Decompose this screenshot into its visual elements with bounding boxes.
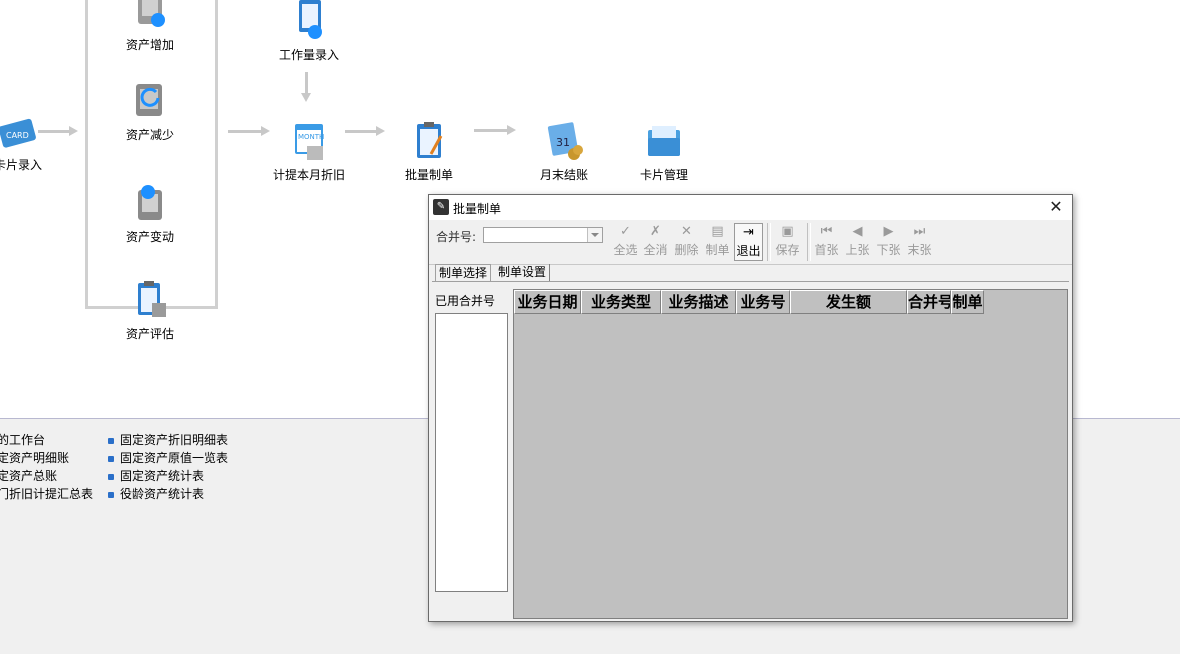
- arrow-right: [474, 125, 516, 135]
- dialog-title: 批量制单: [453, 202, 502, 216]
- clipboard-workload-icon: [287, 0, 331, 44]
- cabinet-reduce-icon: [128, 80, 172, 124]
- floppy-disk-icon: ▣: [781, 224, 794, 239]
- first-button[interactable]: ⏮ 首张: [812, 223, 841, 261]
- node-month-end[interactable]: 31 月末结账: [514, 120, 614, 183]
- app-icon: ✎: [433, 199, 449, 215]
- last-button[interactable]: ⏭ 末张: [905, 223, 934, 261]
- cabinet-change-icon: [128, 182, 172, 226]
- save-button[interactable]: ▣ 保存: [773, 223, 802, 261]
- deselect-all-button[interactable]: ✗ 全消: [641, 223, 670, 261]
- arrow-right: [345, 126, 385, 136]
- folder-cards-icon: [642, 120, 686, 164]
- make-voucher-button[interactable]: ▤ 制单: [703, 223, 732, 261]
- exit-button[interactable]: ⇥ 退出: [734, 223, 763, 261]
- calendar-31-icon: 31: [542, 120, 586, 164]
- delete-x-icon: ✕: [681, 224, 692, 239]
- tab-voucher-settings[interactable]: 制单设置: [495, 264, 551, 281]
- report-link[interactable]: 定资产总账: [0, 467, 93, 485]
- chevron-down-icon[interactable]: [587, 228, 602, 242]
- prev-button[interactable]: ◀ 上张: [843, 223, 872, 261]
- report-link[interactable]: 役龄资产统计表: [108, 485, 228, 503]
- report-link[interactable]: 固定资产统计表: [108, 467, 228, 485]
- bullet-icon: [108, 473, 114, 480]
- clipboard-pen-icon: [407, 120, 451, 164]
- delete-button[interactable]: ✕ 删除: [672, 223, 701, 261]
- tab-voucher-select[interactable]: 制单选择: [435, 264, 492, 282]
- column-header[interactable]: 业务日期: [514, 290, 581, 314]
- node-asset-evaluate[interactable]: 资产评估: [100, 279, 200, 342]
- merge-number-select[interactable]: [483, 227, 603, 243]
- voucher-icon: ▤: [711, 224, 724, 239]
- check-all-icon: ✓: [620, 224, 631, 239]
- node-depreciation[interactable]: MONTH 计提本月折旧: [259, 120, 359, 183]
- report-link[interactable]: 门折旧计提汇总表: [0, 485, 93, 503]
- node-batch-voucher[interactable]: 批量制单: [379, 120, 479, 183]
- column-header[interactable]: 制单: [951, 290, 984, 314]
- report-link[interactable]: 定资产明细账: [0, 449, 93, 467]
- arrow-down: [301, 72, 311, 102]
- merge-number-label: 合并号:: [436, 230, 477, 244]
- report-link[interactable]: 固定资产原值一览表: [108, 449, 228, 467]
- batch-voucher-dialog: ✎ 批量制单 ✕ 合并号: ✓ 全选 ✗ 全消 ✕ 删除 ▤ 制单 ⇥ 退出 ▣ 保存 ⏮ 首…: [428, 194, 1073, 622]
- node-card-manage[interactable]: 卡片管理: [614, 120, 714, 183]
- bullet-icon: [108, 455, 114, 462]
- column-header[interactable]: 业务描述: [661, 290, 736, 314]
- cabinet-add-icon: [128, 0, 172, 34]
- dialog-toolbar: 合并号: ✓ 全选 ✗ 全消 ✕ 删除 ▤ 制单 ⇥ 退出 ▣ 保存 ⏮ 首张 ◀ 上张 ▶ 下张…: [429, 220, 1072, 265]
- voucher-grid[interactable]: 业务日期 业务类型 业务描述 业务号 发生额 合并号 制单: [513, 289, 1068, 619]
- bullet-icon: [108, 491, 114, 498]
- svg-text:MONTH: MONTH: [298, 133, 324, 141]
- next-button[interactable]: ▶ 下张: [874, 223, 903, 261]
- dialog-titlebar[interactable]: ✎ 批量制单 ✕: [429, 195, 1072, 220]
- node-asset-reduce[interactable]: 资产减少: [100, 80, 200, 143]
- node-asset-add[interactable]: 资产增加: [100, 0, 200, 53]
- uncheck-all-icon: ✗: [650, 224, 661, 239]
- next-page-icon: ▶: [883, 224, 894, 239]
- node-card-entry[interactable]: CARD 卡片录入: [0, 110, 68, 173]
- used-merge-numbers-list[interactable]: [435, 313, 508, 592]
- used-merge-numbers-label: 已用合并号: [435, 294, 496, 308]
- toolbar-separator: [807, 223, 811, 261]
- column-header[interactable]: 业务类型: [581, 290, 661, 314]
- first-page-icon: ⏮: [820, 224, 833, 239]
- node-asset-change[interactable]: 资产变动: [100, 182, 200, 245]
- svg-text:31: 31: [556, 136, 570, 149]
- close-button[interactable]: ✕: [1046, 197, 1066, 217]
- grid-header-row: 业务日期 业务类型 业务描述 业务号 发生额 合并号 制单: [514, 290, 984, 314]
- toolbar-separator: [767, 223, 771, 261]
- report-link[interactable]: 固定资产折旧明细表: [108, 431, 228, 449]
- exit-door-icon: ⇥: [743, 225, 754, 240]
- last-page-icon: ⏭: [913, 224, 926, 239]
- report-list-right: 固定资产折旧明细表 固定资产原值一览表 固定资产统计表 役龄资产统计表: [108, 431, 228, 503]
- svg-text:CARD: CARD: [6, 131, 29, 140]
- report-list-left: 的工作台 定资产明细账 定资产总账 门折旧计提汇总表: [0, 431, 93, 503]
- arrow-right: [38, 126, 78, 136]
- column-header[interactable]: 发生额: [790, 290, 907, 314]
- prev-page-icon: ◀: [852, 224, 863, 239]
- calendar-month-icon: MONTH: [287, 120, 331, 164]
- arrow-right: [228, 126, 270, 136]
- report-link[interactable]: 的工作台: [0, 431, 93, 449]
- card-icon: CARD: [0, 110, 40, 154]
- bullet-icon: [108, 437, 114, 444]
- column-header[interactable]: 合并号: [907, 290, 951, 314]
- node-workload-entry[interactable]: 工作量录入: [259, 0, 359, 63]
- column-header[interactable]: 业务号: [736, 290, 790, 314]
- clipboard-evaluate-icon: [128, 279, 172, 323]
- select-all-button[interactable]: ✓ 全选: [611, 223, 640, 261]
- tab-panel: 已用合并号 业务日期 业务类型 业务描述 业务号 发生额 合并号 制单: [432, 281, 1069, 620]
